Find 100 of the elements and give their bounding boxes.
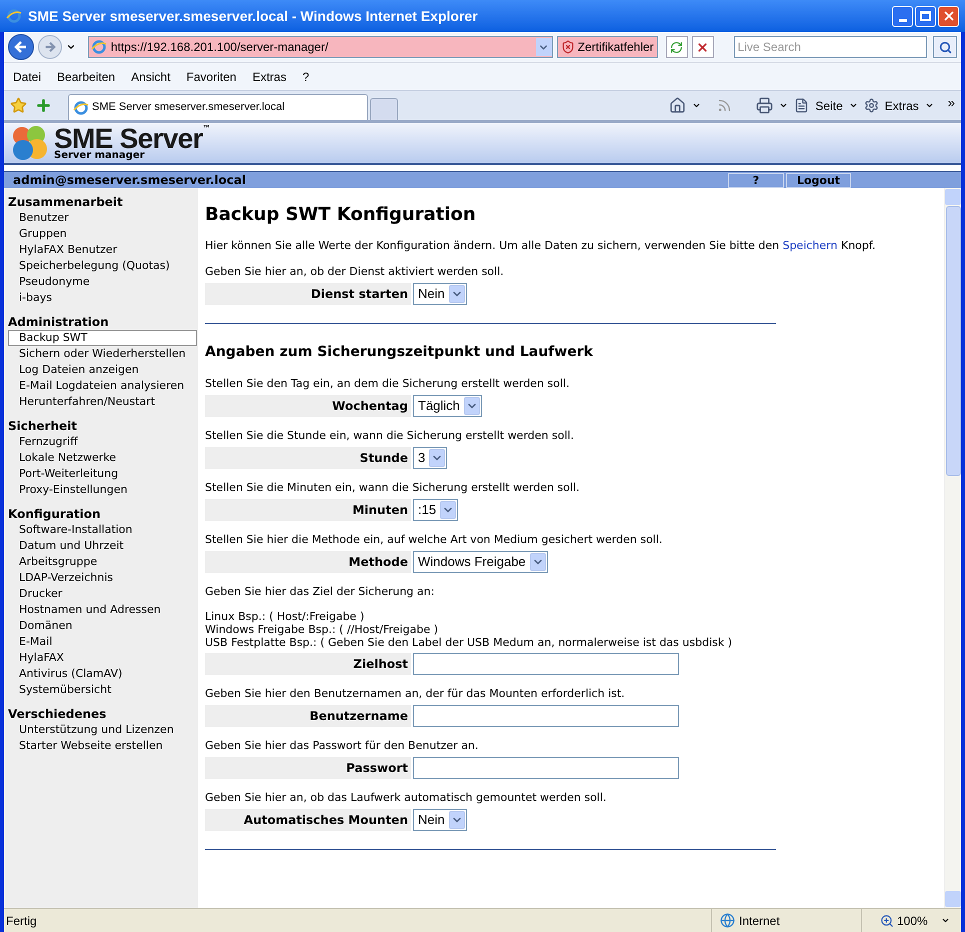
certificate-error-button[interactable]: Zertifikatfehler: [556, 36, 658, 58]
sidebar-item[interactable]: E-Mail: [8, 634, 197, 650]
sidebar-item[interactable]: Proxy-Einstellungen: [8, 482, 197, 498]
text-field[interactable]: [413, 757, 679, 779]
help-text: Stellen Sie hier die Methode ein, auf welche Art von Medium gesichert werden soll.: [205, 532, 664, 547]
sidebar-item[interactable]: HylaFAX: [8, 650, 197, 666]
help-text: Geben Sie hier das Passwort für den Benutzer an.: [205, 738, 480, 753]
sidebar-item[interactable]: Lokale Netzwerke: [8, 450, 197, 466]
refresh-icon: [670, 40, 684, 54]
address-field[interactable]: https://192.168.201.100/server-manager/: [88, 36, 553, 58]
caret-icon[interactable]: [924, 101, 934, 110]
sidebar-item[interactable]: Pseudonyme: [8, 274, 197, 290]
favorites-star-icon[interactable]: [10, 97, 27, 114]
sidebar-item[interactable]: Speicherbelegung (Quotas): [8, 258, 197, 274]
browser-logo-icon: [6, 8, 22, 24]
feeds-icon[interactable]: [717, 98, 732, 113]
help-text: Geben Sie hier das Ziel der Sicherung an:: [205, 584, 436, 599]
sidebar-item[interactable]: Domänen: [8, 618, 197, 634]
sidebar-item[interactable]: Sichern oder Wiederherstellen: [8, 346, 197, 362]
sidebar-item[interactable]: Arbeitsgruppe: [8, 554, 197, 570]
tools-menu[interactable]: Extras: [884, 96, 919, 114]
print-icon[interactable]: [756, 97, 774, 114]
sidebar-item[interactable]: Datum und Uhrzeit: [8, 538, 197, 554]
page-title: Backup SWT Konfiguration: [205, 203, 477, 227]
sidebar-item[interactable]: Herunterfahren/Neustart: [8, 394, 197, 410]
close-button[interactable]: [938, 6, 959, 26]
sidebar-item[interactable]: Starter Webseite erstellen: [8, 738, 197, 754]
dropdown-select[interactable]: Nein: [413, 283, 467, 305]
close-icon: [942, 9, 956, 23]
sidebar-heading: Verschiedenes: [7, 706, 108, 722]
menu-item[interactable]: Extras: [252, 68, 286, 86]
dropdown-select[interactable]: :15: [413, 499, 458, 521]
sidebar-item[interactable]: E-Mail Logdateien analysieren: [8, 378, 197, 394]
sidebar-item[interactable]: LDAP-Verzeichnis: [8, 570, 197, 586]
text-field[interactable]: [413, 705, 679, 727]
field-label: Stunde: [205, 447, 411, 469]
sidebar-item[interactable]: Hostnamen und Adressen: [8, 602, 197, 618]
stop-button[interactable]: [692, 36, 714, 58]
menu-item[interactable]: Datei: [13, 68, 42, 86]
sidebar-item[interactable]: Unterstützung und Lizenzen: [8, 722, 197, 738]
field-label: Zielhost: [205, 653, 411, 675]
sidebar-item[interactable]: Gruppen: [8, 226, 197, 242]
logout-button[interactable]: Logout: [786, 172, 851, 188]
sidebar-heading: Sicherheit: [7, 418, 78, 434]
field-label: Dienst starten: [205, 283, 411, 305]
search-field[interactable]: Live Search: [734, 36, 928, 58]
caret-icon[interactable]: [692, 101, 702, 110]
sidebar-heading: Administration: [7, 314, 110, 330]
sidebar-heading: Zusammenarbeit: [7, 194, 124, 210]
search-button[interactable]: [933, 36, 957, 58]
dropdown-select[interactable]: Täglich: [413, 395, 482, 417]
stop-icon: [696, 40, 710, 54]
search-icon: [938, 40, 952, 54]
section-heading: Angaben zum Sicherungszeitpunkt und Laufwerk: [205, 343, 594, 362]
field-label: Wochentag: [205, 395, 411, 417]
help-text: Geben Sie hier an, ob das Laufwerk automatisch gemountet werden soll.: [205, 790, 608, 805]
menu-item[interactable]: Bearbeiten: [57, 68, 116, 86]
field-label: Automatisches Mounten: [205, 809, 411, 831]
sidebar-item[interactable]: HylaFAX Benutzer: [8, 242, 197, 258]
sidebar-item[interactable]: Backup SWT: [8, 330, 197, 346]
text-field[interactable]: [413, 653, 679, 675]
more-button[interactable]: »: [948, 92, 955, 112]
sidebar-item[interactable]: Port-Weiterleitung: [8, 466, 197, 482]
field-label: Passwort: [205, 757, 411, 779]
dropdown-select[interactable]: Windows Freigabe: [413, 551, 548, 573]
menu-item[interactable]: Ansicht: [131, 68, 170, 86]
dropdown-select[interactable]: Nein: [413, 809, 467, 831]
sidebar-item[interactable]: Benutzer: [8, 210, 197, 226]
sidebar-item[interactable]: Systemübersicht: [8, 682, 197, 698]
logo-icon: [10, 124, 50, 162]
history-dropdown-icon[interactable]: [66, 42, 76, 52]
sidebar-item[interactable]: i-bays: [8, 290, 197, 306]
back-arrow-icon: [14, 40, 28, 54]
add-favorite-icon[interactable]: [35, 97, 52, 114]
vertical-scrollbar[interactable]: [944, 188, 961, 908]
back-button[interactable]: [8, 34, 34, 60]
field-label: Methode: [205, 551, 411, 573]
sidebar-item[interactable]: Software-Installation: [8, 522, 197, 538]
sidebar-item[interactable]: Antivirus (ClamAV): [8, 666, 197, 682]
sidebar-item[interactable]: Log Dateien anzeigen: [8, 362, 197, 378]
dropdown-select[interactable]: 3: [413, 447, 448, 469]
caret-icon[interactable]: [940, 916, 950, 925]
example-text: Windows Freigabe Bsp.: ( //Host/Freigabe ): [205, 623, 440, 636]
menu-item[interactable]: Favoriten: [186, 68, 236, 86]
help-button[interactable]: ?: [728, 172, 784, 188]
sidebar-item[interactable]: Fernzugriff: [8, 434, 197, 450]
save-link[interactable]: Speichern: [782, 239, 838, 252]
help-text: Stellen Sie den Tag ein, an dem die Sicherung erstellt werden soll.: [205, 376, 570, 391]
page-menu[interactable]: Seite: [815, 96, 843, 114]
sidebar-item[interactable]: Drucker: [8, 586, 197, 602]
minimize-button[interactable]: [892, 6, 913, 26]
refresh-button[interactable]: [666, 36, 688, 58]
zoom-level[interactable]: 100%: [897, 912, 928, 930]
maximize-button[interactable]: [915, 6, 936, 26]
home-icon[interactable]: [669, 97, 686, 114]
caret-icon[interactable]: [779, 101, 788, 110]
browser-tab[interactable]: SME Server smeserver.smeserver.local: [68, 94, 368, 120]
menu-item[interactable]: ?: [302, 68, 310, 86]
caret-icon[interactable]: [848, 101, 858, 110]
forward-arrow-icon: [44, 41, 56, 53]
